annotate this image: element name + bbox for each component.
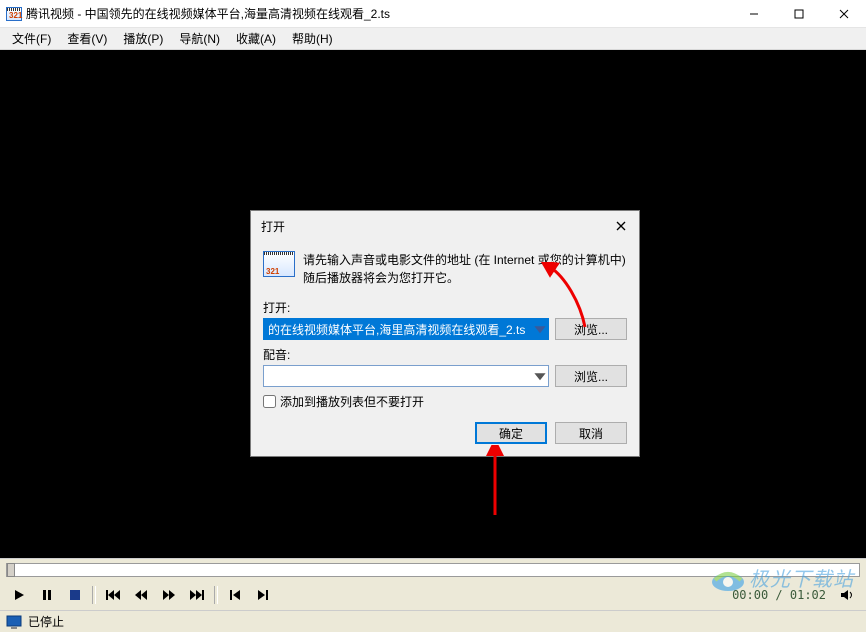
titlebar: 腾讯视频 - 中国领先的在线视频媒体平台,海量高清视频在线观看_2.ts [0, 0, 866, 28]
browse-dub-button[interactable]: 浏览... [555, 365, 627, 387]
dialog-close-button[interactable] [609, 214, 633, 238]
forward-button[interactable] [156, 584, 182, 606]
menu-help[interactable]: 帮助(H) [284, 28, 341, 49]
menu-play[interactable]: 播放(P) [115, 28, 171, 49]
add-to-playlist-row[interactable]: 添加到播放列表但不要打开 [263, 393, 627, 410]
separator [92, 586, 96, 604]
open-field-label: 打开: [263, 299, 627, 316]
dialog-instruction: 请先输入声音或电影文件的地址 (在 Internet 或您的计算机中) 随后播放… [303, 251, 627, 287]
step-back-button[interactable] [222, 584, 248, 606]
step-forward-button[interactable] [250, 584, 276, 606]
dub-file-input[interactable] [263, 365, 549, 387]
controlbar: 00:00 / 01:02 [0, 580, 866, 610]
video-area: 打开 请先输入声音或电影文件的地址 (在 Internet 或您的计算机中) 随… [0, 50, 866, 558]
menu-navigate[interactable]: 导航(N) [171, 28, 228, 49]
mute-button[interactable] [834, 584, 860, 606]
app-icon [6, 7, 22, 21]
stop-button[interactable] [62, 584, 88, 606]
add-to-playlist-checkbox[interactable] [263, 395, 276, 408]
close-button[interactable] [821, 0, 866, 28]
open-dialog: 打开 请先输入声音或电影文件的地址 (在 Internet 或您的计算机中) 随… [250, 210, 640, 457]
add-to-playlist-label: 添加到播放列表但不要打开 [280, 393, 424, 410]
play-button[interactable] [6, 584, 32, 606]
status-text: 已停止 [28, 613, 64, 630]
time-display: 00:00 / 01:02 [726, 588, 832, 602]
browse-open-button[interactable]: 浏览... [555, 318, 627, 340]
skip-forward-button[interactable] [184, 584, 210, 606]
seek-thumb[interactable] [7, 563, 15, 577]
cancel-button[interactable]: 取消 [555, 422, 627, 444]
menubar: 文件(F) 查看(V) 播放(P) 导航(N) 收藏(A) 帮助(H) [0, 28, 866, 50]
seekbar [0, 558, 866, 580]
open-file-input[interactable] [263, 318, 549, 340]
menu-favorites[interactable]: 收藏(A) [228, 28, 284, 49]
window-title: 腾讯视频 - 中国领先的在线视频媒体平台,海量高清视频在线观看_2.ts [26, 5, 731, 22]
dub-field-label: 配音: [263, 346, 627, 363]
mpc-icon [263, 251, 295, 277]
seek-track[interactable] [6, 563, 860, 577]
monitor-icon [6, 615, 22, 629]
rewind-button[interactable] [128, 584, 154, 606]
pause-button[interactable] [34, 584, 60, 606]
statusbar: 已停止 [0, 610, 866, 632]
skip-back-button[interactable] [100, 584, 126, 606]
dialog-title-text: 打开 [261, 218, 285, 235]
ok-button[interactable]: 确定 [475, 422, 547, 444]
window-controls [731, 0, 866, 27]
menu-file[interactable]: 文件(F) [4, 28, 59, 49]
maximize-button[interactable] [776, 0, 821, 28]
dialog-titlebar[interactable]: 打开 [251, 211, 639, 241]
minimize-button[interactable] [731, 0, 776, 28]
menu-view[interactable]: 查看(V) [59, 28, 115, 49]
separator [214, 586, 218, 604]
